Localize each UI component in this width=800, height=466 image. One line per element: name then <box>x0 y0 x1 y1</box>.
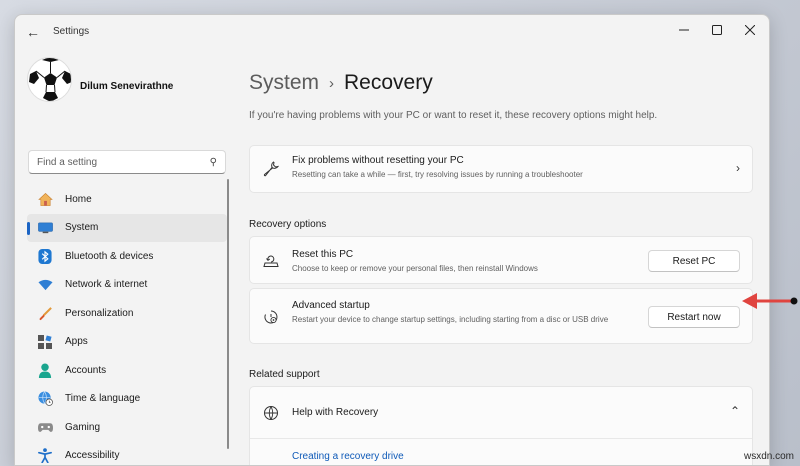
watermark: wsxdn.com <box>743 451 794 462</box>
sidebar-item-accounts[interactable]: Accounts <box>27 356 227 385</box>
minimize-icon <box>679 29 689 31</box>
person-icon <box>37 362 53 378</box>
reset-pc-button[interactable]: Reset PC <box>648 250 740 272</box>
maximize-icon <box>712 25 722 35</box>
sidebar-item-accessibility[interactable]: Accessibility <box>27 442 227 466</box>
main-content: System › Recovery If you're having probl… <box>249 49 769 465</box>
breadcrumb-parent[interactable]: System <box>249 71 319 95</box>
reset-pc-card: Reset this PC Choose to keep or remove y… <box>249 236 753 284</box>
sidebar-nav: Home System Bluetooth & devices Network … <box>27 185 227 466</box>
sidebar-item-gaming[interactable]: Gaming <box>27 413 227 442</box>
search-box[interactable]: ⚲ <box>28 150 226 174</box>
help-recovery-card: Help with Recovery ⌃ Creating a recovery… <box>249 386 753 465</box>
advanced-startup-subtitle: Restart your device to change startup se… <box>292 315 609 324</box>
home-icon <box>37 191 53 207</box>
monitor-icon <box>37 220 53 236</box>
close-icon <box>745 25 755 35</box>
sidebar-item-bluetooth[interactable]: Bluetooth & devices <box>27 242 227 271</box>
sidebar-item-system[interactable]: System <box>27 213 227 242</box>
sidebar: Dilum Senevirathne ⚲ Home System <box>15 49 243 465</box>
search-icon[interactable]: ⚲ <box>210 157 217 168</box>
sidebar-item-label: System <box>65 222 99 234</box>
search-input[interactable] <box>37 156 210 168</box>
sidebar-item-label: Bluetooth & devices <box>65 250 154 262</box>
apps-icon <box>37 334 53 350</box>
sidebar-item-label: Personalization <box>65 307 134 319</box>
fix-problems-title: Fix problems without resetting your PC <box>292 155 464 166</box>
related-support-label: Related support <box>249 369 320 380</box>
back-button[interactable]: ← <box>21 21 45 43</box>
sidebar-scrollbar[interactable] <box>227 179 229 449</box>
gamepad-icon <box>37 419 53 435</box>
advanced-startup-icon <box>262 308 280 326</box>
breadcrumb-separator: › <box>329 74 335 92</box>
breadcrumb: System › Recovery <box>249 71 433 95</box>
chevron-right-icon: › <box>736 161 740 175</box>
sidebar-item-home[interactable]: Home <box>27 185 227 214</box>
divider <box>250 438 752 439</box>
wrench-icon <box>262 160 280 178</box>
intro-text: If you're having problems with your PC o… <box>249 110 658 121</box>
chevron-up-icon: ⌃ <box>729 404 740 418</box>
advanced-startup-card: Advanced startup Restart your device to … <box>249 288 753 344</box>
sidebar-item-label: Accounts <box>65 364 107 376</box>
sidebar-item-label: Apps <box>65 336 88 348</box>
recovery-options-label: Recovery options <box>249 219 327 230</box>
restart-now-button[interactable]: Restart now <box>648 306 740 328</box>
reset-pc-icon <box>262 252 280 270</box>
page-title: Recovery <box>344 71 433 94</box>
sidebar-item-label: Home <box>65 193 92 205</box>
creating-recovery-drive-link[interactable]: Creating a recovery drive <box>292 451 404 462</box>
settings-window: ← Settings Dilum Senevirathne Find a set… <box>14 14 770 466</box>
sidebar-item-network[interactable]: Network & internet <box>27 271 227 300</box>
sidebar-item-label: Accessibility <box>65 450 120 462</box>
brush-icon <box>37 305 53 321</box>
app-title: Settings <box>53 26 90 37</box>
bluetooth-icon <box>37 248 53 264</box>
reset-pc-subtitle: Choose to keep or remove your personal f… <box>292 264 538 273</box>
help-recovery-title: Help with Recovery <box>292 407 379 418</box>
sidebar-item-personalization[interactable]: Personalization <box>27 299 227 328</box>
sidebar-item-apps[interactable]: Apps <box>27 328 227 357</box>
back-arrow-icon: ← <box>26 24 40 40</box>
fix-problems-card[interactable]: Fix problems without resetting your PC R… <box>249 145 753 193</box>
accessibility-icon <box>37 448 53 464</box>
wifi-icon <box>37 277 53 293</box>
sidebar-item-label: Network & internet <box>65 279 148 291</box>
avatar[interactable] <box>27 57 72 102</box>
help-recovery-header[interactable]: Help with Recovery ⌃ <box>250 387 752 438</box>
reset-pc-title: Reset this PC <box>292 249 354 260</box>
advanced-startup-title: Advanced startup <box>292 300 370 311</box>
fix-problems-subtitle: Resetting can take a while — first, try … <box>292 170 583 179</box>
sidebar-item-time-language[interactable]: Time & language <box>27 385 227 414</box>
callout-arrow-icon <box>742 293 798 309</box>
close-button[interactable] <box>731 18 769 42</box>
globe-icon <box>262 404 280 422</box>
user-name: Dilum Senevirathne <box>80 81 174 92</box>
sidebar-item-label: Gaming <box>65 421 101 433</box>
globe-clock-icon <box>37 391 53 407</box>
sidebar-item-label: Time & language <box>65 393 141 405</box>
soccer-ball-icon <box>28 58 71 101</box>
title-bar: ← Settings <box>15 15 769 49</box>
